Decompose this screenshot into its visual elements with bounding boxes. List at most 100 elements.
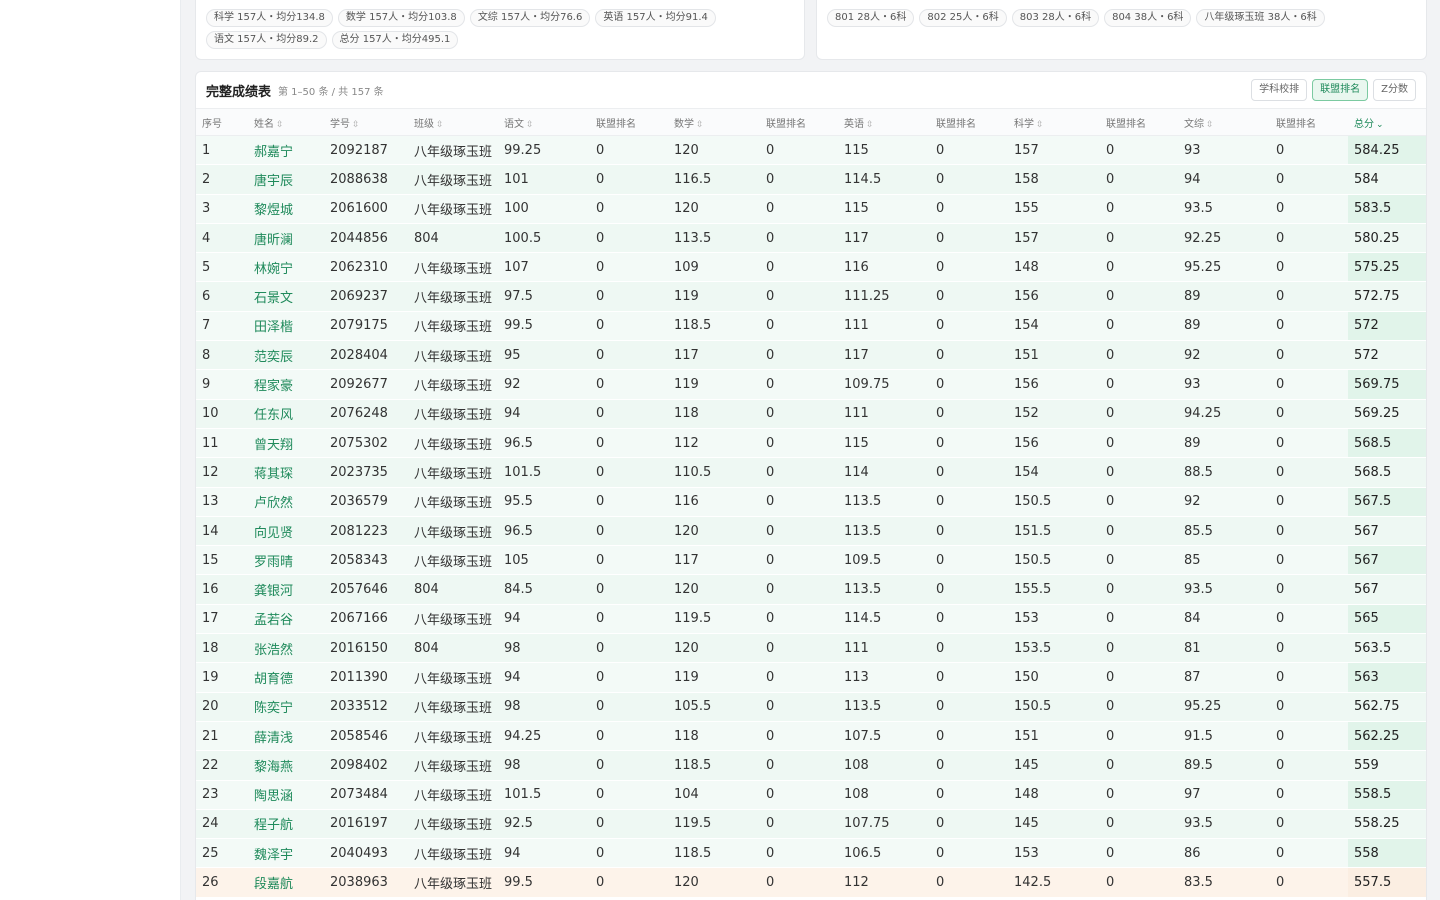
- student-name-link[interactable]: 陈奕宁: [248, 692, 324, 722]
- class-stats-card: 801 28人・6科 802 25人・6科 803 28人・6科 804 38人・6科…: [816, 0, 1427, 60]
- table-row[interactable]: 8 范奕辰 2028404 八年级琢玉班 95 0 117 0 117 0 151 0 92 0 572: [196, 340, 1426, 371]
- table-row[interactable]: 23 陶思涵 2073484 八年级琢玉班 101.5 0 104 0 108 0 148 0 97 0 5…: [196, 780, 1426, 810]
- table-row[interactable]: 17 孟若谷 2067166 八年级琢玉班 94 0 119.5 0 114.5 0 153 0 84 0…: [196, 604, 1426, 635]
- student-name-link[interactable]: 张浩然: [248, 633, 324, 664]
- table-cell: 0: [760, 252, 838, 283]
- table-cell: 八年级琢玉班: [408, 135, 498, 166]
- table-cell: 2: [196, 164, 248, 195]
- student-name-link[interactable]: 范奕辰: [248, 340, 324, 371]
- column-header-label: 文综: [1184, 118, 1204, 130]
- table-row[interactable]: 3 黎煜城 2061600 八年级琢玉班 100 0 120 0 115 0 155 0 93.5 0 58…: [196, 194, 1426, 224]
- student-name-link[interactable]: 田泽楷: [248, 311, 324, 342]
- table-cell: 0: [1270, 340, 1348, 371]
- table-cell: 0: [930, 164, 1008, 195]
- table-row[interactable]: 13 卢欣然 2036579 八年级琢玉班 95.5 0 116 0 113.5 0 150.5 0 9…: [196, 487, 1426, 517]
- student-name-link[interactable]: 孟若谷: [248, 604, 324, 635]
- student-name-link[interactable]: 黎海燕: [248, 750, 324, 781]
- student-name-link[interactable]: 郝嘉宁: [248, 135, 324, 166]
- table-cell: 0: [760, 223, 838, 254]
- toggle-button[interactable]: 联盟排名: [1312, 79, 1369, 101]
- sort-icon[interactable]: ⇳: [1206, 120, 1214, 130]
- table-cell: 0: [760, 281, 838, 312]
- table-cell: 114.5: [838, 604, 930, 635]
- student-name-link[interactable]: 蒋其琛: [248, 457, 324, 488]
- column-header[interactable]: 班级 ⇳: [408, 108, 498, 136]
- table-cell: 0: [1100, 838, 1178, 869]
- sort-icon[interactable]: ⇳: [1036, 120, 1044, 130]
- table-cell: 85: [1178, 545, 1270, 576]
- column-header[interactable]: 科学 ⇳: [1008, 108, 1100, 136]
- column-header[interactable]: 文综 ⇳: [1178, 108, 1270, 136]
- table-row[interactable]: 18 张浩然 2016150 804 98 0 120 0 111 0 153.5 0 81 0 563.5: [196, 633, 1426, 664]
- table-row[interactable]: 7 田泽楷 2079175 八年级琢玉班 99.5 0 118.5 0 111 0 154 0 89 0 5…: [196, 311, 1426, 342]
- student-name-link[interactable]: 任东风: [248, 399, 324, 429]
- student-name-link[interactable]: 程子航: [248, 809, 324, 840]
- table-cell: 2040493: [324, 838, 408, 869]
- student-name-link[interactable]: 龚银河: [248, 574, 324, 605]
- table-cell: 113.5: [838, 487, 930, 517]
- table-cell: 0: [1100, 135, 1178, 166]
- total-score-cell: 569.25: [1348, 399, 1426, 429]
- table-row[interactable]: 26 段嘉航 2038963 八年级琢玉班 99.5 0 120 0 112 0 142.5 0 83.…: [196, 867, 1426, 898]
- table-row[interactable]: 20 陈奕宁 2033512 八年级琢玉班 98 0 105.5 0 113.5 0 150.5 0 9…: [196, 692, 1426, 722]
- table-row[interactable]: 24 程子航 2016197 八年级琢玉班 92.5 0 119.5 0 107.75 0 145 0…: [196, 809, 1426, 840]
- student-name-link[interactable]: 黎煜城: [248, 194, 324, 224]
- student-name-link[interactable]: 卢欣然: [248, 487, 324, 517]
- table-row[interactable]: 14 向见贤 2081223 八年级琢玉班 96.5 0 120 0 113.5 0 151.5 0 8…: [196, 516, 1426, 547]
- table-cell: 2023735: [324, 457, 408, 488]
- student-name-link[interactable]: 罗雨晴: [248, 545, 324, 576]
- sort-icon[interactable]: ⇳: [866, 120, 874, 130]
- table-row[interactable]: 10 任东风 2076248 八年级琢玉班 94 0 118 0 111 0 152 0 94.25 0 5…: [196, 399, 1426, 429]
- student-name-link[interactable]: 魏泽宇: [248, 838, 324, 869]
- table-row[interactable]: 9 程家豪 2092677 八年级琢玉班 92 0 119 0 109.75 0 156 0 93 0 56…: [196, 369, 1426, 400]
- table-row[interactable]: 22 黎海燕 2098402 八年级琢玉班 98 0 118.5 0 108 0 145 0 89.5 0…: [196, 750, 1426, 781]
- table-row[interactable]: 6 石景文 2069237 八年级琢玉班 97.5 0 119 0 111.25 0 156 0 89 0…: [196, 281, 1426, 312]
- student-name-link[interactable]: 唐宇辰: [248, 164, 324, 195]
- table-row[interactable]: 15 罗雨晴 2058343 八年级琢玉班 105 0 117 0 109.5 0 150.5 0 85…: [196, 545, 1426, 576]
- table-row[interactable]: 25 魏泽宇 2040493 八年级琢玉班 94 0 118.5 0 106.5 0 153 0 86 0…: [196, 838, 1426, 869]
- sort-icon[interactable]: ⇳: [352, 120, 360, 130]
- table-row[interactable]: 1 郝嘉宁 2092187 八年级琢玉班 99.25 0 120 0 115 0 157 0 93 0 58…: [196, 135, 1426, 166]
- student-name-link[interactable]: 曾天翔: [248, 428, 324, 459]
- table-cell: 93.5: [1178, 809, 1270, 840]
- column-header[interactable]: 学号 ⇳: [324, 108, 408, 136]
- table-cell: 0: [590, 164, 668, 195]
- student-name-link[interactable]: 段嘉航: [248, 867, 324, 898]
- table-cell: 119.5: [668, 604, 760, 635]
- toggle-button[interactable]: Z分数: [1373, 79, 1416, 101]
- sort-desc-icon[interactable]: ⌄: [1376, 120, 1384, 130]
- table-row[interactable]: 4 唐昕澜 2044856 804 100.5 0 113.5 0 117 0 157 0 92.25 0…: [196, 223, 1426, 254]
- column-header[interactable]: 语文 ⇳: [498, 108, 590, 136]
- table-row[interactable]: 5 林婉宁 2062310 八年级琢玉班 107 0 109 0 116 0 148 0 95.25 0 5…: [196, 252, 1426, 283]
- total-score-cell: 572.75: [1348, 281, 1426, 312]
- student-name-link[interactable]: 陶思涵: [248, 780, 324, 810]
- student-name-link[interactable]: 胡育德: [248, 662, 324, 693]
- table-row[interactable]: 12 蒋其琛 2023735 八年级琢玉班 101.5 0 110.5 0 114 0 154 0 88…: [196, 457, 1426, 488]
- column-header[interactable]: 总分 ⌄: [1348, 108, 1426, 136]
- sort-icon[interactable]: ⇳: [436, 120, 444, 130]
- sort-icon[interactable]: ⇳: [276, 120, 284, 130]
- student-name-link[interactable]: 林婉宁: [248, 252, 324, 283]
- sort-icon[interactable]: ⇳: [526, 120, 534, 130]
- subject-stat-chip: 英语 157人・均分91.4: [595, 9, 716, 27]
- table-cell: 0: [590, 574, 668, 605]
- student-name-link[interactable]: 薛清浅: [248, 721, 324, 752]
- student-name-link[interactable]: 唐昕澜: [248, 223, 324, 254]
- sort-icon[interactable]: ⇳: [696, 120, 704, 130]
- table-cell: 0: [1100, 340, 1178, 371]
- table-row[interactable]: 16 龚银河 2057646 804 84.5 0 120 0 113.5 0 155.5 0 93.5…: [196, 574, 1426, 605]
- table-row[interactable]: 2 唐宇辰 2088638 八年级琢玉班 101 0 116.5 0 114.5 0 158 0 94 0…: [196, 164, 1426, 195]
- table-row[interactable]: 11 曾天翔 2075302 八年级琢玉班 96.5 0 112 0 115 0 156 0 89 0 56…: [196, 428, 1426, 459]
- table-cell: 0: [1100, 809, 1178, 840]
- column-header[interactable]: 姓名 ⇳: [248, 108, 324, 136]
- toggle-button[interactable]: 学科校排: [1251, 79, 1308, 101]
- column-header[interactable]: 英语 ⇳: [838, 108, 930, 136]
- table-cell: 97: [1178, 780, 1270, 810]
- student-name-link[interactable]: 程家豪: [248, 369, 324, 400]
- column-header[interactable]: 数学 ⇳: [668, 108, 760, 136]
- table-row[interactable]: 19 胡育德 2011390 八年级琢玉班 94 0 119 0 113 0 150 0 87 0 563: [196, 662, 1426, 693]
- table-row[interactable]: 21 薛清浅 2058546 八年级琢玉班 94.25 0 118 0 107.5 0 151 0 91…: [196, 721, 1426, 752]
- table-cell: 八年级琢玉班: [408, 867, 498, 898]
- student-name-link[interactable]: 向见贤: [248, 516, 324, 547]
- student-name-link[interactable]: 石景文: [248, 281, 324, 312]
